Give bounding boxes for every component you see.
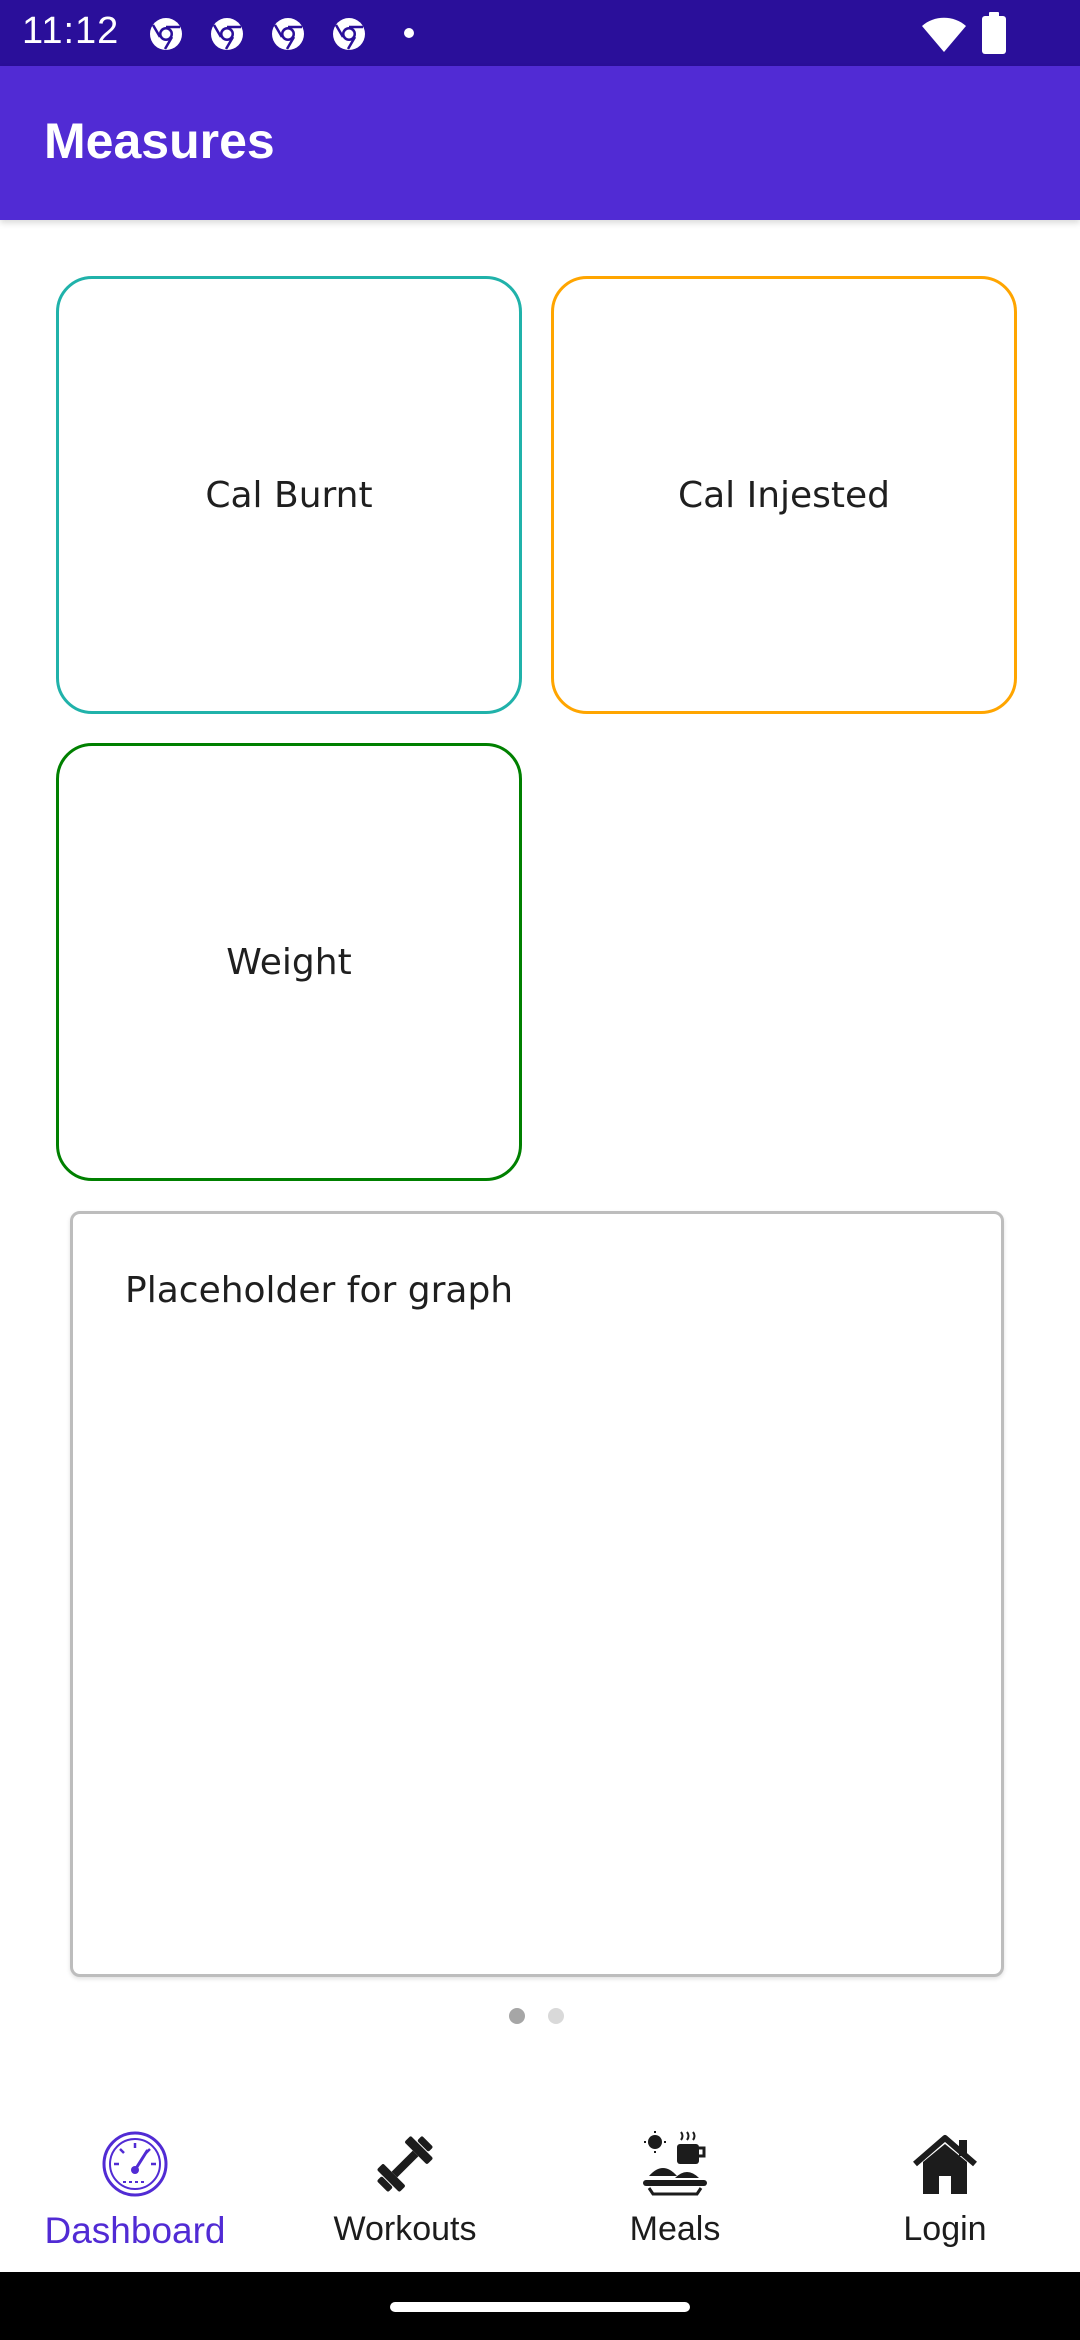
cal-injested-label: Cal Injested <box>677 474 891 516</box>
home-icon <box>913 2135 977 2194</box>
chrome-icon <box>150 18 182 50</box>
weight-tile[interactable]: Weight <box>56 743 522 1181</box>
bottom-tab-bar: Dashboard Workouts Meals Login <box>0 2100 1080 2272</box>
wifi-icon <box>922 17 966 52</box>
more-notifications-dot <box>404 28 414 38</box>
carousel-indicator-active[interactable] <box>509 2008 525 2024</box>
chrome-icon <box>272 18 304 50</box>
weight-label: Weight <box>226 941 352 983</box>
system-navigation-bar <box>0 2272 1080 2340</box>
tab-login[interactable]: Login <box>810 2100 1080 2272</box>
page-title: Measures <box>44 113 275 169</box>
tab-meals-label: Meals <box>629 2210 721 2248</box>
tab-workouts-label: Workouts <box>333 2210 477 2248</box>
status-time: 11:12 <box>22 10 120 52</box>
app-bar: Measures <box>0 66 1080 220</box>
chrome-icon <box>211 18 243 50</box>
meal-icon <box>643 2131 707 2196</box>
tab-dashboard[interactable]: Dashboard <box>0 2100 270 2272</box>
carousel-indicator[interactable] <box>548 2008 564 2024</box>
status-bar: 11:12 <box>0 0 1080 66</box>
battery-icon <box>982 12 1006 54</box>
tab-workouts[interactable]: Workouts <box>270 2100 540 2272</box>
cal-injested-tile[interactable]: Cal Injested <box>551 276 1017 714</box>
cal-burnt-label: Cal Burnt <box>205 474 373 516</box>
chrome-icon <box>333 18 365 50</box>
home-gesture-bar[interactable] <box>390 2302 690 2312</box>
tab-dashboard-label: Dashboard <box>44 2210 226 2251</box>
tab-login-label: Login <box>903 2210 987 2248</box>
tab-meals[interactable]: Meals <box>540 2100 810 2272</box>
dumbbell-icon <box>377 2136 433 2192</box>
graph-placeholder-text: Placeholder for graph <box>125 1270 514 1311</box>
graph-card[interactable]: Placeholder for graph <box>70 1211 1004 1977</box>
cal-burnt-tile[interactable]: Cal Burnt <box>56 276 522 714</box>
speedometer-icon <box>102 2131 168 2197</box>
